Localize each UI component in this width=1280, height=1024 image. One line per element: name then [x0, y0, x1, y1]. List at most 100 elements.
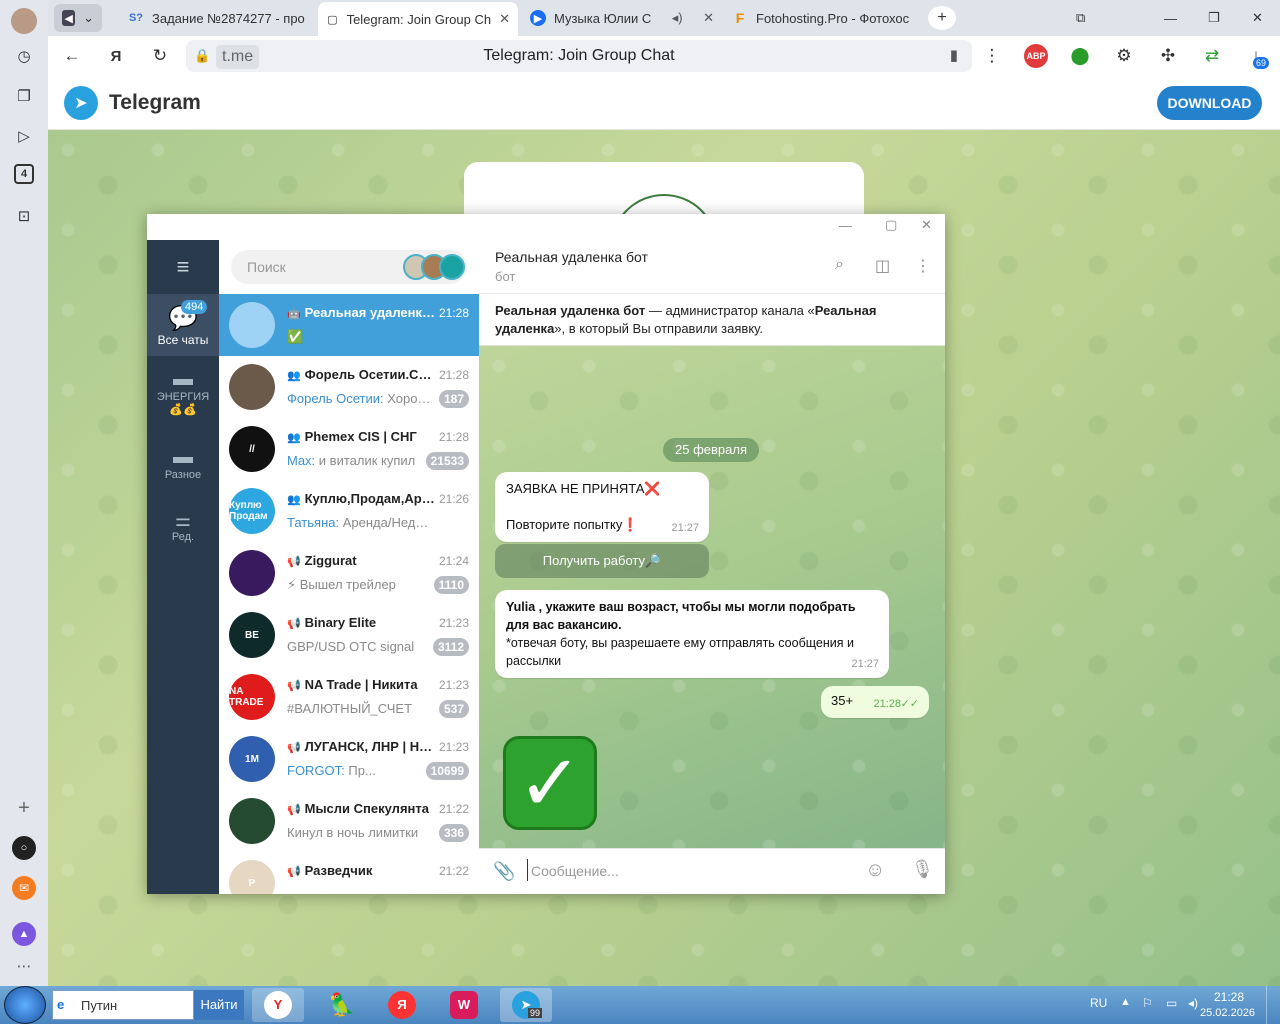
bookmark-icon[interactable]: ▮	[950, 46, 958, 64]
chat-preview: ⚡ Вышел трейлер	[287, 577, 432, 593]
tab-3[interactable]: ▶ Музыка Юлии С ◂) ✕	[522, 4, 722, 32]
folder-edit[interactable]: ⚌ Ред.	[147, 510, 219, 543]
messages-area: 25 февраля ЗАЯВКА НЕ ПРИНЯТА❌ Повторите …	[479, 346, 945, 848]
extension-green-icon[interactable]: ⬤	[1068, 44, 1092, 68]
win-close-icon[interactable]: ✕	[921, 217, 932, 233]
profile-avatar[interactable]	[11, 8, 37, 34]
folder-misc-icon: ▬	[173, 446, 193, 468]
chat-name: 📢 ЛУГАНСК, ЛНР | Новости	[287, 739, 439, 754]
search-icon[interactable]: ⌕	[835, 256, 844, 274]
sync-icon[interactable]: ⇄	[1200, 44, 1224, 68]
tab-3-favicon: ▶	[530, 10, 546, 26]
extensions-icon[interactable]: ✣	[1156, 44, 1180, 68]
alice-icon[interactable]: ○	[12, 836, 36, 860]
tab-audio-control[interactable]: ◀ ⌄	[54, 4, 102, 32]
hamburger-icon[interactable]: ≡	[147, 254, 219, 280]
taskbar-yandex-browser[interactable]: Y	[252, 988, 304, 1022]
microphone-icon[interactable]: 🎙	[911, 859, 934, 880]
assistant-icon[interactable]: ▲	[12, 922, 36, 946]
chat-time: 21:22	[438, 864, 469, 878]
folder-energy[interactable]: ▬ ЭНЕРГИЯ 💰💰	[147, 368, 219, 416]
badge-4-icon[interactable]: 4	[14, 164, 34, 184]
volume-icon[interactable]: ◂)	[1188, 996, 1198, 1010]
chat-subtitle: бот	[495, 269, 516, 284]
address-bar[interactable]: 🔒 t.me Telegram: Join Group Chat ▮	[186, 40, 972, 72]
screenshot-icon[interactable]: ⊡	[12, 204, 36, 228]
chat-row[interactable]: Куплю Продам 👥 Куплю,Продам,Аренда 21:26 Та…	[219, 480, 479, 542]
abp-text: ABP	[1026, 51, 1046, 61]
chat-type-icon: 📢	[287, 618, 301, 630]
mail-icon[interactable]: ✉	[12, 876, 36, 900]
history-icon[interactable]: ◷	[12, 44, 36, 68]
network-icon[interactable]: ⚐	[1142, 996, 1153, 1010]
chat-row[interactable]: 🤖 Реальная удаленка бот21:28 ✅	[219, 294, 479, 356]
close-window-icon[interactable]: ✕	[1244, 4, 1272, 32]
story-avatar-3[interactable]	[439, 254, 465, 280]
chat-row[interactable]: NA TRADE 📢 NA Trade | Никита 21:23 #ВАЛЮТН…	[219, 666, 479, 728]
chat-row[interactable]: 👥 Форель Осетии.Сотрудники21:28Форель Ос…	[219, 356, 479, 418]
tray-arrow-icon[interactable]: ▲	[1120, 996, 1131, 1008]
clock-date[interactable]: 25.02.2026	[1200, 1007, 1255, 1019]
restore-icon[interactable]: ❐	[1200, 4, 1228, 32]
chat-name: 👥 Куплю,Продам,Аренда	[287, 491, 439, 506]
tab-1[interactable]: S? Задание №2874277 - про	[120, 4, 320, 32]
chat-avatar	[229, 302, 275, 348]
chat-type-icon: 📢	[287, 556, 301, 568]
win-minimize-icon[interactable]: —	[839, 218, 852, 233]
close-tab-icon[interactable]: ✕	[491, 11, 510, 27]
composer: 📎 Сообщение... ☺ 🎙	[479, 848, 945, 894]
new-tab-button[interactable]: +	[928, 6, 956, 30]
adblock-icon[interactable]: ABP	[1024, 44, 1048, 68]
close-tab-3-icon[interactable]: ✕	[695, 10, 714, 26]
yandex-search-button[interactable]: Найти	[194, 990, 244, 1020]
folder-rail: ≡ 💬 494 Все чаты ▬ ЭНЕРГИЯ 💰💰 ▬ Разное ⚌…	[147, 240, 219, 894]
clock-time[interactable]: 21:28	[1214, 990, 1244, 1004]
attach-icon[interactable]: 📎	[493, 861, 515, 882]
more-icon[interactable]: ⋯	[12, 954, 36, 978]
display-icon[interactable]: ▭	[1166, 996, 1177, 1010]
taskbar-parrot-app[interactable]: 🦜	[316, 988, 368, 1022]
folder-misc[interactable]: ▬ Разное	[147, 446, 219, 481]
tab-2[interactable]: ▢ Telegram: Join Group Ch ✕	[318, 2, 518, 36]
collections-icon[interactable]: ❐	[12, 84, 36, 108]
media-icon[interactable]: ▷	[12, 124, 36, 148]
chevron-down-icon: ⌄	[83, 10, 94, 25]
sidebar-toggle-icon[interactable]: ◫	[875, 256, 890, 276]
chat-row[interactable]: P 📢 Разведчик 21:22	[219, 852, 479, 894]
taskbar-telegram[interactable]: ➤	[500, 988, 552, 1022]
win-maximize-icon[interactable]: ▢	[885, 217, 897, 233]
message-input[interactable]: Сообщение...	[531, 863, 619, 879]
yandex-search-input[interactable]: e Путин	[52, 990, 194, 1020]
language-indicator[interactable]: RU	[1090, 996, 1107, 1010]
search-input[interactable]: Поиск	[231, 250, 467, 284]
chat-row[interactable]: BE 📢 Binary Elite 21:23 GBP/USD OTC signal…	[219, 604, 479, 666]
chat-title[interactable]: Реальная удаленка бот	[495, 249, 648, 265]
taskbar-yandex[interactable]: Я	[376, 988, 428, 1022]
folder-all-chats[interactable]: 💬 494 Все чаты	[147, 294, 219, 356]
chat-time: 21:28	[438, 430, 469, 444]
add-icon[interactable]: +	[12, 796, 36, 820]
tabs-icon[interactable]: ⧉	[1068, 4, 1096, 32]
chat-type-icon: 📢	[287, 680, 301, 692]
yandex-icon[interactable]: Я	[104, 44, 128, 68]
chat-row[interactable]: //👥 Phemex CIS | СНГ 21:28 Max: и виталик …	[219, 418, 479, 480]
chat-time: 21:26	[438, 492, 469, 506]
reload-icon[interactable]: ↻	[148, 44, 172, 68]
menu-dots-icon[interactable]: ⋮	[980, 44, 1004, 68]
minimize-icon[interactable]: —	[1156, 4, 1184, 32]
show-desktop-button[interactable]	[1266, 986, 1280, 1024]
mute-icon[interactable]: ◂)	[664, 10, 683, 26]
download-button[interactable]: DOWNLOAD	[1157, 86, 1262, 120]
get-job-button[interactable]: Получить работу🔎	[495, 544, 709, 578]
chat-row[interactable]: 📢 Ziggurat 21:24 ⚡ Вышел трейлер 1110	[219, 542, 479, 604]
extension-gear-icon[interactable]: ⚙	[1112, 44, 1136, 68]
chat-row[interactable]: 📢 Мысли Спекулянта 21:22 Кинул в ночь лим…	[219, 790, 479, 852]
message-age-text: *отвечая боту, вы разрешаете ему отправл…	[506, 636, 854, 668]
start-button[interactable]	[4, 986, 46, 1024]
back-icon[interactable]: ←	[60, 44, 84, 68]
taskbar-wildberries[interactable]: W	[438, 988, 490, 1022]
emoji-icon[interactable]: ☺	[865, 859, 885, 882]
chat-row[interactable]: 1M 📢 ЛУГАНСК, ЛНР | Новости21:23 FORGOT: П…	[219, 728, 479, 790]
tab-4[interactable]: F Fotohosting.Pro - Фотохос	[724, 4, 924, 32]
more-vertical-icon[interactable]: ⋮	[915, 256, 931, 276]
